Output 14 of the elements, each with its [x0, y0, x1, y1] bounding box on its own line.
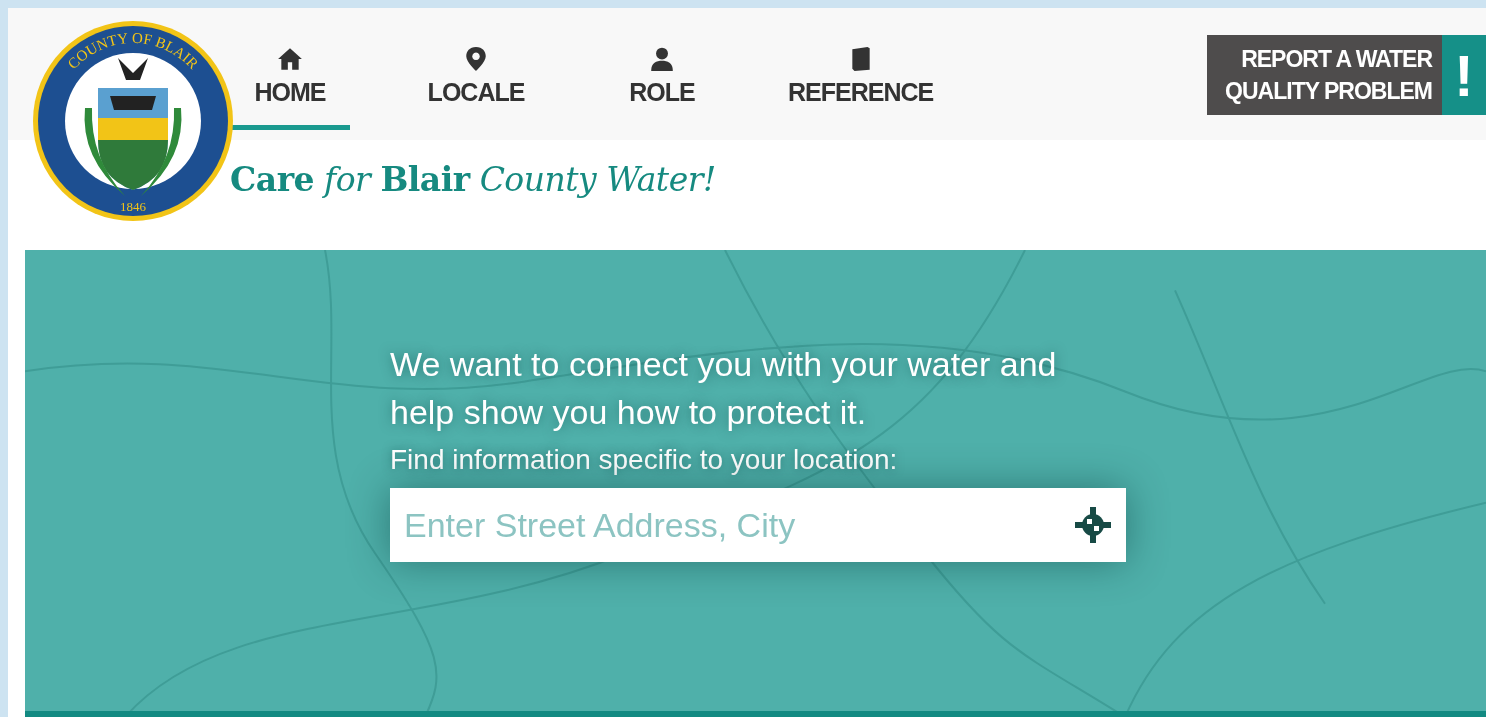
map-pin-icon	[463, 46, 489, 72]
address-search-field[interactable]: Enter Street Address, City	[390, 488, 1126, 562]
crosshair-icon[interactable]	[1074, 506, 1112, 544]
nav-tab[interactable]: HOME	[230, 38, 350, 130]
nav-tab[interactable]: REFERENCE	[788, 38, 934, 130]
seal-year-text: 1846	[120, 199, 146, 214]
person-icon	[649, 46, 675, 72]
nav-tab[interactable]: LOCALE	[416, 38, 536, 130]
nav-tab[interactable]: ROLE	[602, 38, 722, 130]
hero-heading: We want to connect you with your water and help show you how to protect it.	[390, 344, 1058, 433]
house-icon	[277, 46, 303, 72]
hero-subheading: Find information specific to your location:	[390, 444, 899, 476]
site-tagline: Care for Blair County Water!	[230, 160, 717, 199]
exclamation-mark-badge: !	[1442, 35, 1486, 115]
